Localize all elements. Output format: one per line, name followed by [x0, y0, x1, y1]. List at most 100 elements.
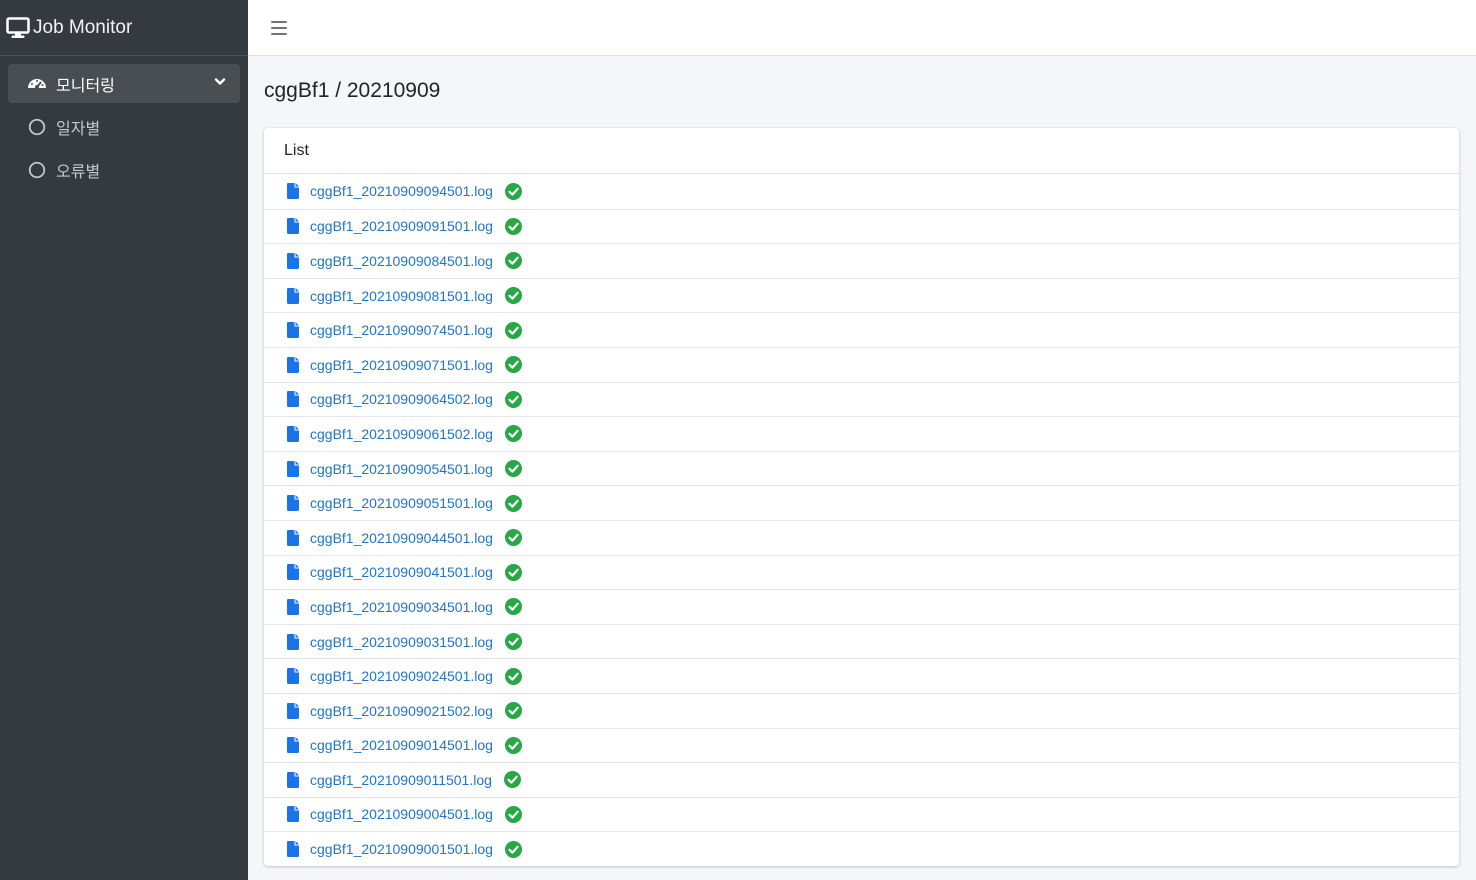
check-circle-icon — [504, 633, 522, 651]
list-item: cggBf1_20210909084501.log — [264, 243, 1459, 278]
list-item: cggBf1_20210909024501.log — [264, 658, 1459, 693]
check-circle-icon — [504, 494, 522, 512]
list-item: cggBf1_20210909044501.log — [264, 519, 1459, 555]
circle-icon — [26, 116, 48, 138]
file-icon — [287, 460, 299, 477]
sidebar-item-label: 모니터링 — [56, 77, 115, 95]
page-title: cggBf1 / 20210909 — [264, 79, 441, 102]
card-title: List — [264, 128, 1459, 174]
list-item: cggBf1_20210909074501.log — [264, 312, 1459, 347]
log-file-link[interactable]: cggBf1_20210909034501.log — [310, 599, 493, 615]
log-file-link[interactable]: cggBf1_20210909021502.log — [310, 703, 493, 719]
log-file-link[interactable]: cggBf1_20210909054501.log — [310, 461, 493, 477]
file-icon — [287, 806, 299, 823]
list-item: cggBf1_20210909091501.log — [264, 208, 1459, 244]
sidebar-item-label: 일자별 — [56, 120, 101, 138]
list-item: cggBf1_20210909001501.log — [264, 831, 1459, 866]
check-circle-icon — [503, 771, 521, 789]
sidebar-item-label: 오류별 — [56, 163, 101, 181]
log-file-link[interactable]: cggBf1_20210909024501.log — [310, 668, 493, 684]
log-file-link[interactable]: cggBf1_20210909044501.log — [310, 530, 493, 546]
list-item: cggBf1_20210909031501.log — [264, 623, 1459, 659]
log-file-link[interactable]: cggBf1_20210909094501.log — [310, 183, 493, 199]
top-navbar — [248, 0, 1476, 56]
check-circle-icon — [504, 702, 522, 720]
file-icon — [287, 252, 299, 269]
list-item: cggBf1_20210909051501.log — [264, 485, 1459, 520]
check-circle-icon — [504, 805, 522, 823]
file-icon — [287, 564, 299, 581]
list-item: cggBf1_20210909054501.log — [264, 450, 1459, 486]
log-file-link[interactable]: cggBf1_20210909074501.log — [310, 322, 493, 338]
check-circle-icon — [504, 287, 522, 305]
hamburger-icon[interactable] — [271, 20, 287, 35]
file-icon — [287, 391, 299, 408]
log-file-link[interactable]: cggBf1_20210909031501.log — [310, 634, 493, 650]
check-circle-icon — [504, 182, 522, 200]
list-item: cggBf1_20210909021502.log — [264, 692, 1459, 728]
sidebar-item-monitoring[interactable]: 모니터링 — [8, 64, 240, 103]
list-item: cggBf1_20210909041501.log — [264, 554, 1459, 590]
check-circle-icon — [504, 563, 522, 581]
file-icon — [287, 598, 299, 615]
file-icon — [287, 425, 299, 442]
log-file-link[interactable]: cggBf1_20210909081501.log — [310, 288, 493, 304]
chevron-down-icon — [214, 78, 226, 85]
main-content: cggBf1 / 20210909 List cggBf1_2021090909… — [248, 56, 1476, 880]
check-circle-icon — [504, 667, 522, 685]
log-file-link[interactable]: cggBf1_20210909011501.log — [310, 772, 492, 788]
log-file-link[interactable]: cggBf1_20210909041501.log — [310, 564, 493, 580]
list-item: cggBf1_20210909014501.log — [264, 727, 1459, 763]
file-list-card: List cggBf1_20210909094501.log cggBf1_202… — [264, 128, 1459, 866]
log-file-link[interactable]: cggBf1_20210909091501.log — [310, 218, 493, 234]
log-file-link[interactable]: cggBf1_20210909064502.log — [310, 391, 493, 407]
file-icon — [287, 529, 299, 546]
list-item: cggBf1_20210909061502.log — [264, 416, 1459, 451]
brand-link[interactable]: Job Monitor — [0, 0, 248, 56]
check-circle-icon — [504, 356, 522, 374]
file-list: cggBf1_20210909094501.log cggBf1_20210909… — [264, 174, 1459, 866]
file-icon — [287, 702, 299, 719]
list-item: cggBf1_20210909094501.log — [264, 174, 1459, 209]
check-circle-icon — [504, 252, 522, 270]
list-item: cggBf1_20210909081501.log — [264, 277, 1459, 313]
brand-title: Job Monitor — [33, 16, 133, 38]
check-circle-icon — [504, 840, 522, 858]
file-icon — [287, 668, 299, 685]
log-file-link[interactable]: cggBf1_20210909001501.log — [310, 841, 493, 857]
tachometer-icon — [26, 73, 48, 95]
check-circle-icon — [504, 217, 522, 235]
file-icon — [287, 356, 299, 373]
check-circle-icon — [504, 529, 522, 547]
log-file-link[interactable]: cggBf1_20210909004501.log — [310, 806, 493, 822]
list-item: cggBf1_20210909011501.log — [264, 762, 1459, 797]
file-icon — [287, 183, 299, 200]
check-circle-icon — [504, 598, 522, 616]
list-item: cggBf1_20210909064502.log — [264, 381, 1459, 417]
sidebar: Job Monitor 모니터링 일자별 오류별 — [0, 0, 248, 880]
list-item: cggBf1_20210909071501.log — [264, 346, 1459, 382]
file-icon — [287, 287, 299, 304]
check-circle-icon — [504, 460, 522, 478]
list-item: cggBf1_20210909004501.log — [264, 796, 1459, 832]
file-icon — [287, 771, 299, 788]
sidebar-submenu: 일자별 오류별 — [8, 107, 240, 189]
log-file-link[interactable]: cggBf1_20210909061502.log — [310, 426, 493, 442]
log-file-link[interactable]: cggBf1_20210909071501.log — [310, 357, 493, 373]
sidebar-nav: 모니터링 일자별 오류별 — [0, 56, 248, 201]
desktop-icon — [6, 16, 30, 38]
file-icon — [287, 218, 299, 235]
check-circle-icon — [504, 736, 522, 754]
file-icon — [287, 737, 299, 754]
sidebar-item-by-error[interactable]: 오류별 — [8, 150, 240, 189]
check-circle-icon — [504, 425, 522, 443]
list-item: cggBf1_20210909034501.log — [264, 589, 1459, 624]
log-file-link[interactable]: cggBf1_20210909051501.log — [310, 495, 493, 511]
log-file-link[interactable]: cggBf1_20210909014501.log — [310, 737, 493, 753]
circle-icon — [26, 159, 48, 181]
file-icon — [287, 322, 299, 339]
log-file-link[interactable]: cggBf1_20210909084501.log — [310, 253, 493, 269]
check-circle-icon — [504, 321, 522, 339]
file-icon — [287, 633, 299, 650]
sidebar-item-by-date[interactable]: 일자별 — [8, 107, 240, 146]
